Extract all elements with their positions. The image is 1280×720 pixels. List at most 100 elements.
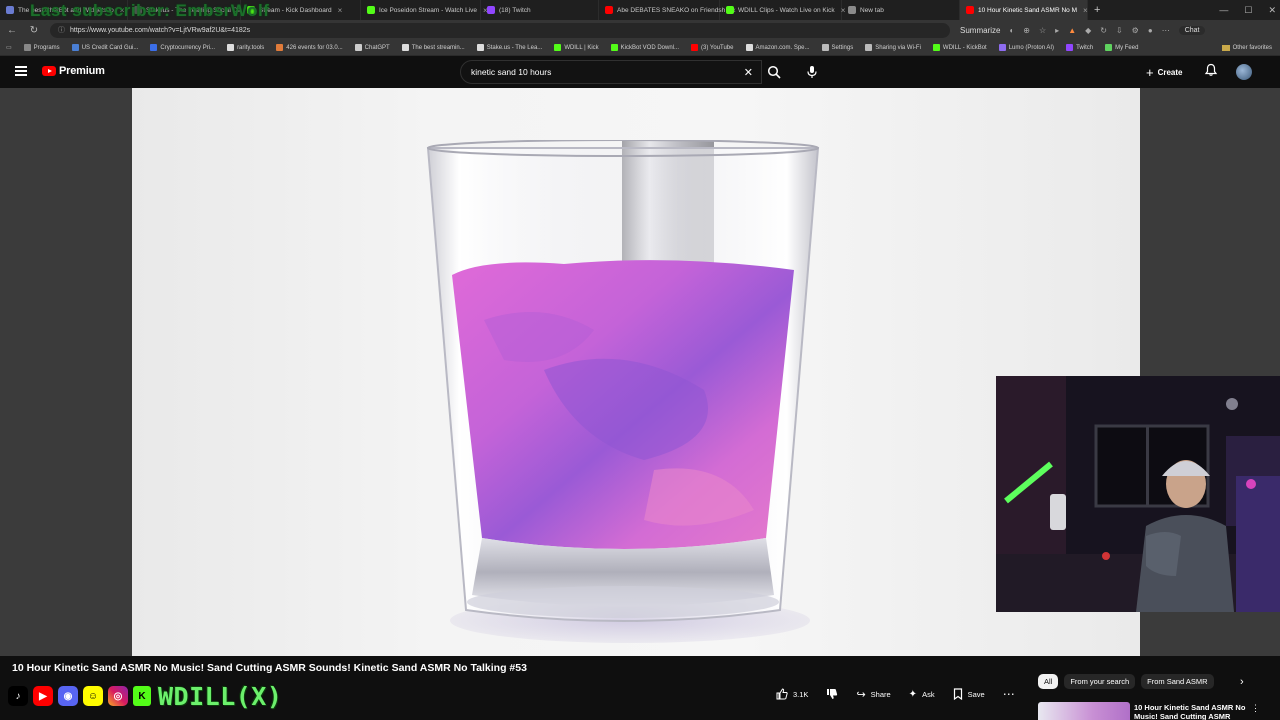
copilot-chat-button[interactable]: Chat xyxy=(1178,25,1206,35)
more-icon[interactable]: ⋯ xyxy=(1162,26,1170,35)
profile-icon[interactable]: ● xyxy=(1148,26,1153,35)
tab-title: WDILL Clips - Watch Live on Kick xyxy=(738,6,835,14)
bookmark-item[interactable]: (3) YouTube xyxy=(691,44,734,51)
tab-2[interactable]: Stream - Kick Dashboard × xyxy=(241,0,361,20)
maximize-icon[interactable]: ☐ xyxy=(1244,5,1252,16)
bookmark-label: Sharing via Wi-Fi xyxy=(875,44,921,51)
refresh-sync-icon[interactable]: ↻ xyxy=(1100,26,1107,35)
save-button[interactable]: Save xyxy=(953,688,985,700)
other-favorites[interactable]: Other favorites xyxy=(1221,40,1272,55)
tab-5[interactable]: Abe DEBATES SNEAKO on Friendsh× xyxy=(599,0,736,20)
tab-7[interactable]: New tab xyxy=(842,0,960,20)
bookmark-icon xyxy=(1066,44,1074,51)
clear-search-icon[interactable]: ✕ xyxy=(744,66,753,79)
tab-favicon xyxy=(367,6,375,14)
ask-button[interactable]: ✦ Ask xyxy=(909,689,935,700)
bookmark-item[interactable]: Cryptocurrency Pri... xyxy=(150,44,215,51)
more-actions-button[interactable]: ⋯ xyxy=(1003,687,1015,701)
close-window-icon[interactable]: ✕ xyxy=(1268,5,1276,16)
bookmark-item[interactable]: Lumo (Proton AI) xyxy=(998,44,1054,51)
tab-close-icon[interactable]: × xyxy=(120,6,125,15)
create-label: Create xyxy=(1157,67,1183,77)
reload-icon[interactable]: ↻ xyxy=(28,25,40,36)
bookmark-item[interactable]: WDILL | Kick xyxy=(554,44,599,51)
recommended-video-title[interactable]: 10 Hour Kinetic Sand ASMR No Music! Sand… xyxy=(1134,703,1248,720)
more-vertical-icon[interactable]: ⋮ xyxy=(1251,703,1260,714)
search-value: kinetic sand 10 hours xyxy=(471,67,552,77)
account-avatar[interactable] xyxy=(1236,64,1252,80)
recommended-video-thumbnail[interactable] xyxy=(1038,702,1130,720)
extensions-icon[interactable]: ▸ xyxy=(1055,26,1059,35)
tab-1[interactable]: Stakeus - The Leading Social Ca xyxy=(128,0,241,20)
tab-close-icon[interactable]: × xyxy=(338,6,343,15)
chevron-right-icon[interactable]: › xyxy=(1240,676,1244,688)
bookmark-item[interactable]: Stake.us - The Lea... xyxy=(476,44,543,51)
url-field[interactable]: ⓘ https://www.youtube.com/watch?v=LjtVRw… xyxy=(50,22,950,38)
bookmark-icon xyxy=(401,44,409,51)
tab-title: Abe DEBATES SNEAKO on Friendsh xyxy=(617,6,726,14)
sparkle-icon: ✦ xyxy=(908,688,918,700)
bookmark-item[interactable]: US Credit Card Gui... xyxy=(71,44,138,51)
dislike-button[interactable] xyxy=(826,688,838,700)
site-info-icon[interactable]: ⓘ xyxy=(58,25,65,35)
menu-icon[interactable] xyxy=(15,66,27,76)
tab-4[interactable]: (18) Twitch xyxy=(481,0,599,20)
bookmark-item[interactable]: Settings xyxy=(821,44,853,51)
search-button[interactable] xyxy=(762,60,786,84)
bookmark-save-icon xyxy=(953,688,962,700)
bookmark-label: KickBot VOD Downl... xyxy=(620,44,680,51)
video-player[interactable] xyxy=(0,88,1280,656)
read-aloud-icon[interactable]: ◐ xyxy=(1009,26,1014,35)
wallet-icon[interactable]: ◆ xyxy=(1085,26,1091,35)
bookmark-label: Cryptocurrency Pri... xyxy=(160,44,216,51)
tab-0[interactable]: The best ChatBot and Widgets fo × xyxy=(0,0,128,20)
sand-glass-image xyxy=(426,140,820,622)
search-input[interactable]: kinetic sand 10 hours ✕ xyxy=(460,60,762,84)
bookmark-icon xyxy=(227,44,235,51)
chip-from-your-search[interactable]: From your search xyxy=(1064,673,1136,689)
bookmark-item[interactable]: Sharing via Wi-Fi xyxy=(865,44,921,51)
tab-6[interactable]: WDILL Clips - Watch Live on Kick × xyxy=(720,0,845,20)
youtube-logo[interactable]: Premium xyxy=(42,65,105,77)
bookmark-item[interactable]: Twitch xyxy=(1066,44,1093,51)
bookmark-item[interactable]: rarity.tools xyxy=(227,44,264,51)
tab-title: Stakeus - The Leading Social Ca xyxy=(146,6,241,14)
back-icon[interactable]: ← xyxy=(6,25,18,36)
bookmark-label: My Feed xyxy=(1115,44,1139,51)
zoom-icon[interactable]: ⊕ xyxy=(1023,26,1030,35)
bookmark-label: Stake.us - The Lea... xyxy=(486,44,543,51)
bookmark-item[interactable]: 426 events for 03.0... xyxy=(276,44,343,51)
notifications-bell-icon[interactable] xyxy=(1204,63,1220,79)
favorite-star-icon[interactable]: ☆ xyxy=(1039,26,1046,35)
tab-favicon xyxy=(247,6,255,14)
create-button[interactable]: + Create xyxy=(1146,63,1183,81)
bookmarks-bar: ▭ Programs US Credit Card Gui... Cryptoc… xyxy=(0,40,1280,56)
tab-active[interactable]: 10 Hour Kinetic Sand ASMR No M × xyxy=(960,0,1088,20)
summarize-button[interactable]: Summarize xyxy=(960,26,1000,35)
ask-label: Ask xyxy=(922,689,935,699)
like-button[interactable]: 3.1K xyxy=(776,688,808,700)
tab-favicon xyxy=(966,6,974,14)
minimize-icon[interactable]: — xyxy=(1219,5,1228,15)
bookmark-item[interactable]: My Feed xyxy=(1105,44,1138,51)
settings-icon[interactable]: ⚙ xyxy=(1132,26,1139,35)
tab-close-icon[interactable]: × xyxy=(1083,6,1088,15)
new-tab-button[interactable]: + xyxy=(1088,0,1106,20)
bookmark-item[interactable]: Programs xyxy=(23,44,60,51)
share-button[interactable]: ↪ Share xyxy=(856,688,890,701)
bookmark-item[interactable]: The best streamin... xyxy=(401,44,465,51)
brave-rewards-icon[interactable]: ▲ xyxy=(1068,26,1076,35)
bookmark-folder-icon[interactable]: ▭ xyxy=(6,44,12,51)
downloads-icon[interactable]: ⇩ xyxy=(1116,26,1123,35)
bookmark-item[interactable]: ChatGPT xyxy=(354,44,390,51)
bookmark-item[interactable]: Amazon.com. Spe... xyxy=(745,44,810,51)
voice-search-button[interactable] xyxy=(800,60,824,84)
tab-3[interactable]: Ice Poseidon Stream - Watch Live × xyxy=(361,0,488,20)
bookmark-item[interactable]: WDILL - KickBot xyxy=(932,44,987,51)
chip-from-sand-asmr[interactable]: From Sand ASMR xyxy=(1141,673,1214,689)
bookmark-item[interactable]: KickBot VOD Downl... xyxy=(610,44,680,51)
streamer-webcam xyxy=(996,376,1280,612)
chip-all[interactable]: All xyxy=(1038,673,1059,689)
kick-icon: K xyxy=(133,686,151,706)
tab-title: Ice Poseidon Stream - Watch Live xyxy=(379,6,478,14)
